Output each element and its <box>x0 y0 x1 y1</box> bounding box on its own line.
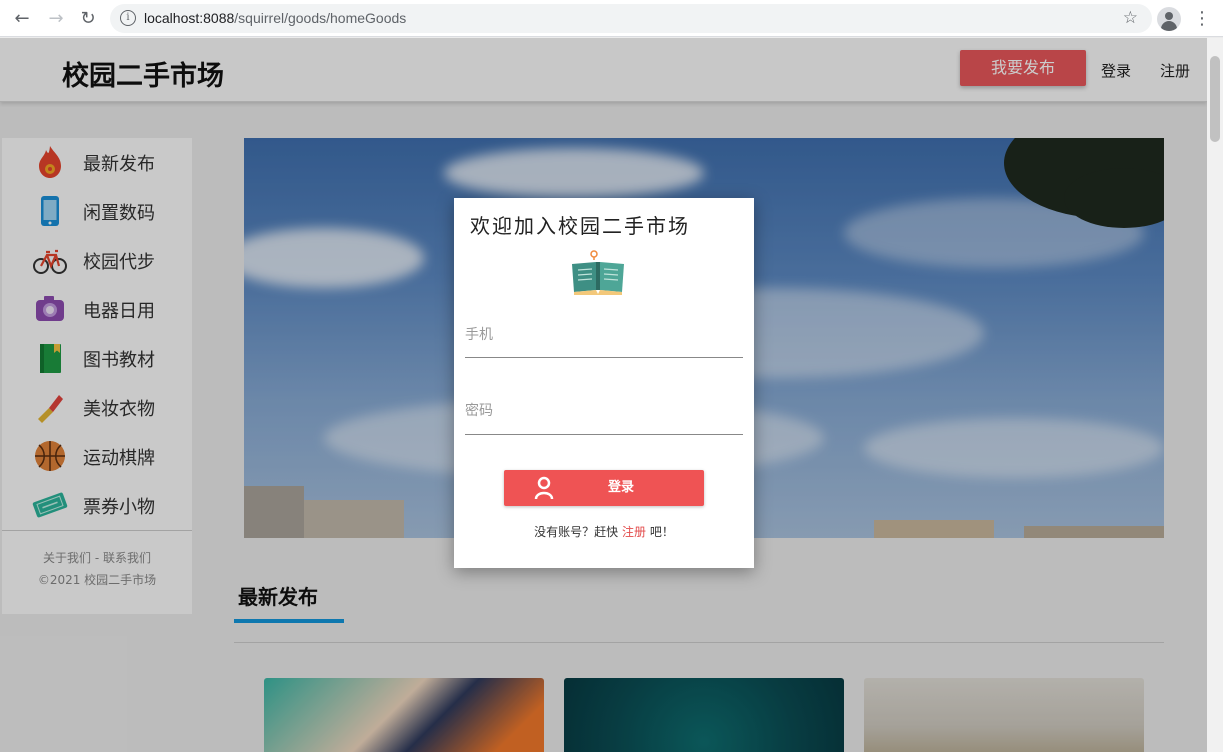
user-icon <box>534 476 554 500</box>
browser-menu-icon[interactable]: ⋮ <box>1192 7 1212 31</box>
phone-field-underline <box>465 357 743 358</box>
page-scrollbar[interactable] <box>1207 38 1223 752</box>
forward-icon[interactable]: → <box>44 7 68 31</box>
password-field-underline <box>465 434 743 435</box>
modal-login-button[interactable]: 登录 <box>504 470 704 506</box>
login-modal: 欢迎加入校园二手市场 手机 密码 登录 没有账号？赶快 注册 吧！ <box>454 198 754 568</box>
scrollbar-thumb[interactable] <box>1210 56 1220 142</box>
open-book-icon <box>572 250 624 295</box>
phone-input[interactable] <box>465 338 743 368</box>
url-text[interactable]: localhost:8088/squirrel/goods/homeGoods <box>144 10 406 26</box>
signup-prompt: 没有账号？赶快 注册 吧！ <box>454 523 754 540</box>
bookmark-star-icon[interactable]: ☆ <box>1123 8 1138 28</box>
profile-avatar-icon[interactable] <box>1157 7 1181 31</box>
url-path: /squirrel/goods/homeGoods <box>234 10 407 26</box>
browser-toolbar: ← → ↻ i localhost:8088/squirrel/goods/ho… <box>0 0 1223 37</box>
page: 校园二手市场 我要发布 登录 注册 最新发布 闲置数码 校园代步 电器日用 图书… <box>0 38 1207 752</box>
url-host: localhost:8088 <box>144 10 235 26</box>
back-icon[interactable]: ← <box>10 7 34 31</box>
modal-title: 欢迎加入校园二手市场 <box>470 214 690 238</box>
address-bar[interactable]: i localhost:8088/squirrel/goods/homeGood… <box>110 4 1152 33</box>
site-info-icon[interactable]: i <box>120 10 136 26</box>
signup-link[interactable]: 注册 <box>622 525 646 539</box>
signup-prefix: 没有账号？赶快 <box>534 525 619 539</box>
modal-login-label: 登录 <box>607 480 634 495</box>
signup-suffix: 吧！ <box>649 525 674 539</box>
password-input[interactable] <box>465 414 743 444</box>
reload-icon[interactable]: ↻ <box>76 7 100 31</box>
